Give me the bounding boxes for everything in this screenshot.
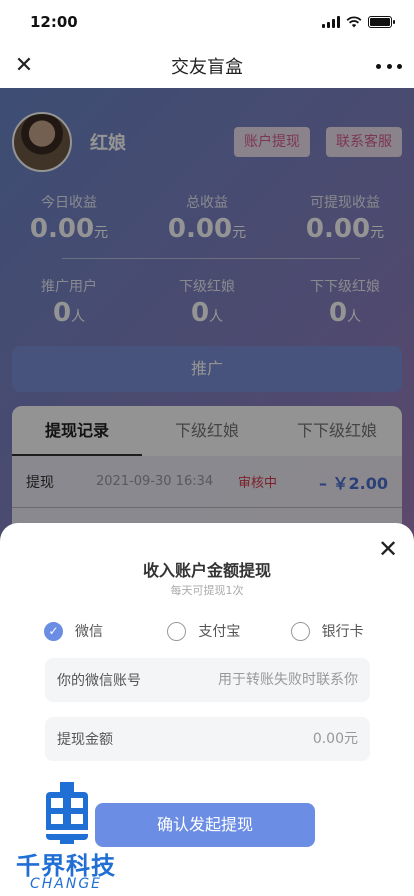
sheet-subtitle: 每天可提现1次 xyxy=(170,584,244,597)
brand-watermark: 千界科技 CHANGE xyxy=(4,782,128,894)
status-time: 12:00 xyxy=(30,13,78,31)
page-title: 交友盲盒 xyxy=(171,57,243,78)
radio-icon[interactable] xyxy=(290,621,310,641)
field-label: 你的微信账号 xyxy=(57,673,141,689)
wechat-account-input[interactable] xyxy=(157,672,358,688)
payment-methods: ✓ 微信 支付宝 银行卡 xyxy=(44,621,414,641)
brand-sub: CHANGE xyxy=(29,876,103,892)
radio-icon[interactable] xyxy=(167,621,187,641)
status-icons xyxy=(322,16,395,28)
wifi-icon xyxy=(346,16,362,28)
close-icon[interactable]: ✕ xyxy=(12,54,36,78)
sheet-title: 收入账户金额提现 xyxy=(142,561,271,580)
method-label: 微信 xyxy=(75,624,103,640)
field-label: 提现金额 xyxy=(57,732,113,748)
method-alipay[interactable]: 支付宝 xyxy=(167,621,290,641)
battery-icon xyxy=(368,16,395,28)
method-label: 支付宝 xyxy=(198,624,241,640)
confirm-withdraw-button[interactable]: 确认发起提现 xyxy=(95,803,315,847)
withdraw-amount-input[interactable] xyxy=(157,731,358,747)
withdraw-amount-field: 提现金额 xyxy=(45,717,370,761)
wechat-account-field: 你的微信账号 xyxy=(45,658,370,702)
method-label: 银行卡 xyxy=(321,624,364,640)
method-bank-card[interactable]: 银行卡 xyxy=(290,621,414,641)
brand-logo-icon xyxy=(46,782,88,844)
signal-icon xyxy=(322,16,340,28)
checkmark-icon[interactable]: ✓ xyxy=(44,621,63,641)
nav-bar: ✕ 交友盲盒 xyxy=(0,44,414,88)
status-bar: 12:00 xyxy=(0,0,414,44)
more-icon[interactable] xyxy=(376,54,402,78)
method-wechat[interactable]: ✓ 微信 xyxy=(44,621,167,641)
